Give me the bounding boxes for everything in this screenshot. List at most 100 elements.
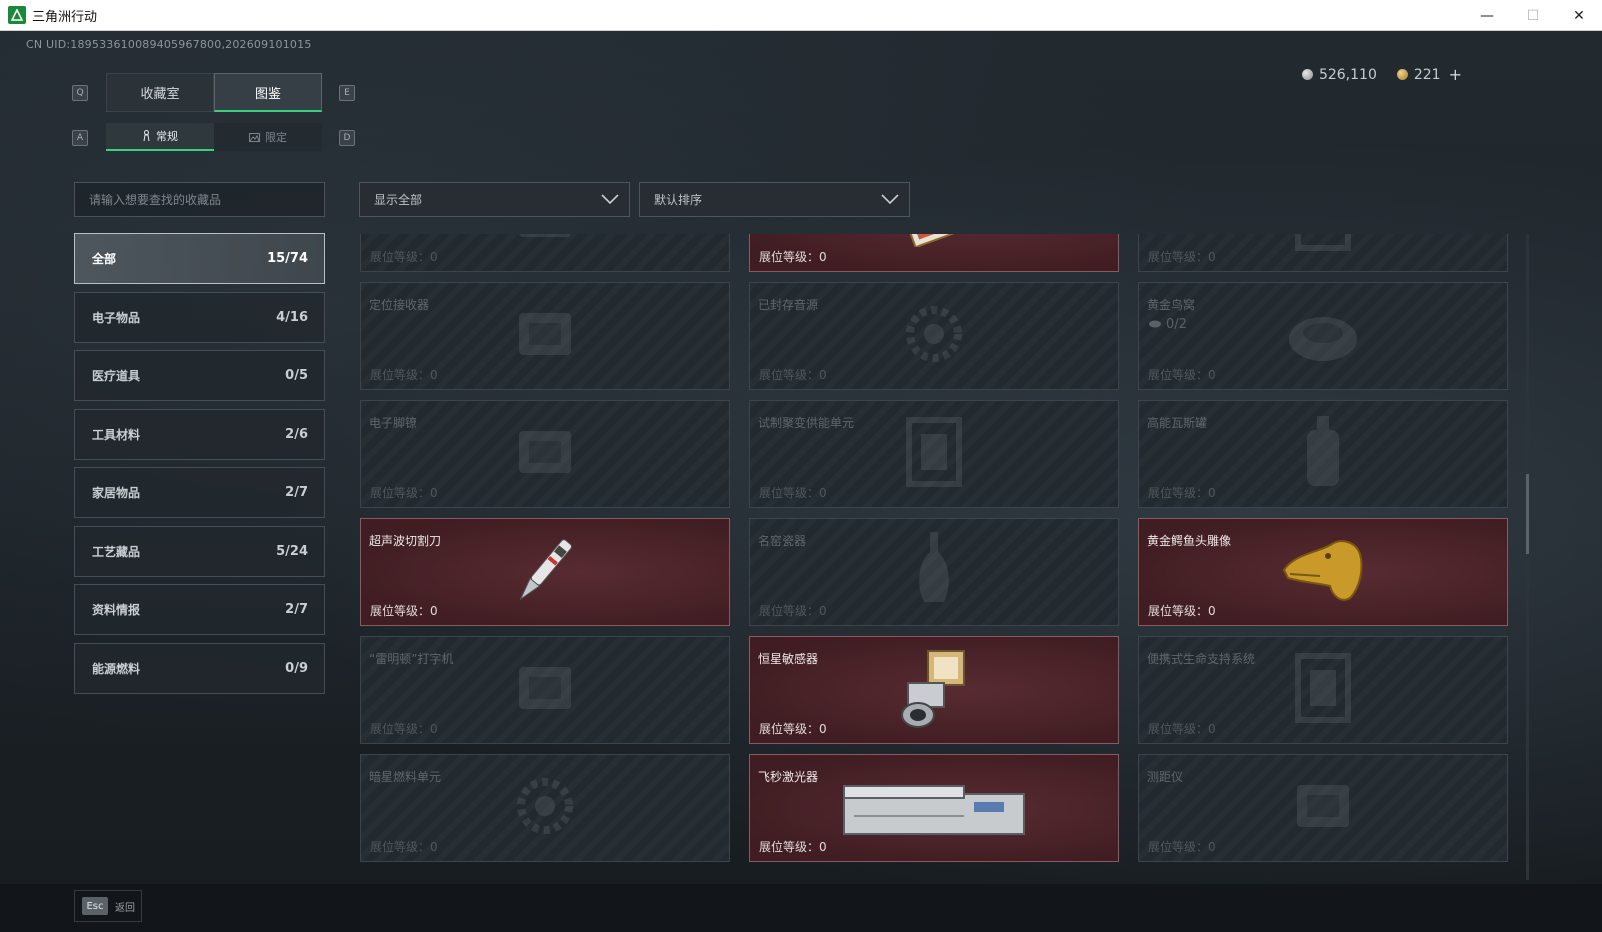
key-hint-a: A	[72, 130, 88, 146]
collection-card[interactable]: 展位等级：0	[360, 234, 730, 272]
grid-scrollbar[interactable]	[1526, 234, 1529, 880]
category-list: 全部 15/74 电子物品 4/16 医疗道具 0/5 工具材料 2/6 家居物品 2/7 工艺藏品…	[74, 233, 325, 701]
device-icon	[505, 299, 585, 373]
tab-regular[interactable]: 常规	[106, 123, 214, 151]
collection-card[interactable]: 测距仪 展位等级：0	[1138, 754, 1508, 862]
collection-card[interactable]: 试制聚变供能单元 展位等级：0	[749, 400, 1119, 508]
category-count: 0/9	[285, 660, 308, 676]
filter-dropdown[interactable]: 显示全部	[359, 182, 630, 217]
card-title: 黄金鳄鱼头雕像	[1147, 534, 1232, 548]
device-icon	[1283, 771, 1363, 845]
silver-amount: 526,110	[1318, 66, 1377, 83]
gold-amount: 221	[1413, 66, 1441, 83]
tab-limited-label: 限定	[265, 131, 287, 144]
card-icon	[894, 234, 974, 251]
card-level: 展位等级：0	[759, 250, 827, 264]
collection-card[interactable]: 黄金鳄鱼头雕像 展位等级：0	[1138, 518, 1508, 626]
key-hint-q: Q	[72, 85, 88, 101]
collection-card[interactable]: 展位等级：0	[1138, 234, 1508, 272]
frame-icon	[1288, 648, 1358, 732]
collection-card[interactable]: 飞秒激光器 展位等级：0	[749, 754, 1119, 862]
category-count: 4/16	[276, 309, 308, 325]
sensor-icon	[894, 643, 974, 737]
collection-card[interactable]: “雷明顿”打字机 展位等级：0	[360, 636, 730, 744]
device-icon	[505, 234, 585, 255]
currency-bar: 526,110 221 +	[1301, 65, 1462, 84]
category-item[interactable]: 全部 15/74	[74, 233, 325, 284]
card-title: “雷明顿”打字机	[369, 652, 454, 666]
card-level: 展位等级：0	[759, 722, 827, 736]
footer-bar	[0, 884, 1602, 932]
collection-card[interactable]: 暗星燃料单元 展位等级：0	[360, 754, 730, 862]
category-item[interactable]: 电子物品 4/16	[74, 291, 325, 343]
card-level: 展位等级：0	[1148, 722, 1216, 736]
chevron-down-icon	[601, 194, 619, 205]
gold-coin-icon	[1396, 69, 1408, 80]
card-title: 已封存音源	[758, 298, 819, 312]
category-item[interactable]: 能源燃料 0/9	[74, 642, 325, 694]
category-count: 2/7	[285, 602, 308, 617]
card-level: 展位等级：0	[370, 486, 438, 500]
window-titlebar: 三角洲行动 — ☐ ✕	[0, 0, 1602, 31]
collection-card[interactable]: 名窑瓷器 展位等级：0	[749, 518, 1119, 626]
category-label: 能源燃料	[92, 661, 141, 676]
collection-card[interactable]: 已封存音源展位等级：0	[749, 282, 1119, 390]
image-icon	[249, 132, 260, 142]
nest-count-icon	[1148, 317, 1162, 332]
card-title: 电子脚镣	[369, 416, 418, 430]
category-item[interactable]: 工艺藏品 5/24	[74, 525, 325, 577]
card-level: 展位等级：0	[370, 722, 438, 736]
scrollbar-thumb[interactable]	[1526, 474, 1529, 554]
maximize-button[interactable]: ☐	[1510, 0, 1556, 31]
category-label: 工具材料	[92, 427, 141, 442]
category-label: 家居物品	[92, 486, 141, 500]
collection-card[interactable]: 定位接收器 展位等级：0	[360, 282, 730, 390]
tab-limited[interactable]: 限定	[214, 123, 322, 151]
card-level: 展位等级：0	[1148, 368, 1216, 382]
key-hint-e: E	[339, 85, 355, 101]
category-item[interactable]: 医疗道具 0/5	[74, 350, 325, 401]
category-label: 工艺藏品	[92, 544, 141, 559]
category-label: 全部	[92, 252, 117, 266]
silver-currency: 526,110	[1301, 66, 1377, 83]
card-level: 展位等级：0	[759, 368, 827, 382]
collection-grid-viewport[interactable]: 展位等级：0 展位等级：0 展位等级：0 定位接收器 展位等级：0 已封存音源 展位等级：0…	[360, 234, 1519, 880]
card-title: 黄金鸟窝	[1147, 298, 1196, 312]
search-input[interactable]: 请输入想要查找的收藏品	[74, 182, 325, 217]
add-currency-button[interactable]: +	[1449, 65, 1462, 84]
nest-icon	[1283, 299, 1363, 373]
minimize-button[interactable]: —	[1464, 0, 1510, 31]
sort-dropdown[interactable]: 默认排序	[639, 182, 910, 217]
tab-regular-label: 常规	[156, 130, 178, 143]
figure-icon	[143, 130, 150, 142]
collection-card[interactable]: 恒星敏感器 展位等级：0	[749, 636, 1119, 744]
collection-card[interactable]: 展位等级：0	[749, 234, 1119, 272]
close-button[interactable]: ✕	[1556, 0, 1602, 31]
main-tabs: 收藏室 图鉴	[106, 73, 322, 112]
category-label: 医疗道具	[92, 369, 141, 383]
game-viewport: CN UID:18953361008940596780​0,2026091010…	[0, 31, 1602, 932]
knife-icon	[505, 528, 585, 616]
sort-dropdown-value: 默认排序	[654, 193, 703, 207]
card-progress: 0/2	[1148, 317, 1187, 332]
category-item[interactable]: 资料情报 2/7	[74, 584, 325, 635]
collection-card[interactable]: 超声波切割刀 展位等级：0	[360, 518, 730, 626]
tab-collection-room[interactable]: 收藏室	[106, 73, 214, 112]
filter-dropdown-value: 显示全部	[374, 193, 423, 207]
collection-card[interactable]: 电子脚镣展位等级：0	[360, 400, 730, 508]
gear-icon	[899, 299, 969, 373]
gold-head-icon	[1280, 532, 1366, 612]
card-level: 展位等级：0	[370, 840, 438, 854]
collection-card[interactable]: 便携式生命支持系统 展位等级：0	[1138, 636, 1508, 744]
device-icon	[505, 653, 585, 727]
window-controls: — ☐ ✕	[1464, 0, 1602, 31]
card-title: 试制聚变供能单元	[758, 416, 855, 430]
tab-catalog[interactable]: 图鉴	[214, 73, 322, 112]
category-item[interactable]: 家居物品 2/7	[74, 467, 325, 518]
category-count: 0/5	[285, 368, 308, 383]
category-item[interactable]: 工具材料 2/6	[74, 408, 325, 460]
card-level: 展位等级：0	[759, 604, 827, 618]
collection-card[interactable]: 黄金鸟窝 0/2 展位等级：0	[1138, 282, 1508, 390]
card-level: 展位等级：0	[1148, 250, 1216, 264]
collection-card[interactable]: 高能瓦斯罐 展位等级：0	[1138, 400, 1508, 508]
